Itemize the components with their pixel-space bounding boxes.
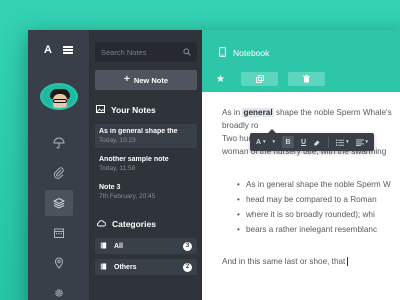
plus-icon: +: [123, 74, 130, 85]
editor-header: Notebook ★: [202, 30, 400, 92]
count-badge: 2: [183, 262, 192, 272]
notebook-label: Notebook: [233, 48, 270, 58]
chevron-down-icon: ▾: [263, 139, 266, 145]
app-window: A Search Notes + New Note Your Notes As …: [28, 30, 400, 300]
bullet-item: As in general shape the noble Sperm W: [237, 178, 400, 191]
notebook-icon: [219, 47, 226, 59]
nav-top: A: [44, 44, 73, 56]
avatar[interactable]: [39, 83, 78, 110]
nav-rail: A: [28, 30, 90, 300]
book-icon: [100, 242, 107, 251]
category-item[interactable]: All 3: [95, 238, 197, 254]
text-line: And in this same last or shoe, that: [222, 255, 400, 268]
text-line: As in general shape the noble Sperm Whal…: [222, 108, 392, 117]
list-icon[interactable]: ▾: [336, 136, 349, 148]
chevron-down-icon: ▾: [346, 139, 349, 145]
categories-heading: Categories: [95, 219, 197, 229]
text-cursor: [347, 257, 349, 267]
format-toolbar: A ▾ ▾ B U ▾ ▾: [250, 129, 375, 151]
note-title: As in general shape the: [99, 128, 178, 135]
list-item[interactable]: Note 3 7th February, 20:45: [95, 180, 197, 204]
bullet-item: head may be compared to a Roman: [237, 193, 400, 206]
layers-icon[interactable]: [44, 190, 73, 216]
category-left: All: [100, 242, 123, 251]
chevron-down-icon: ▾: [272, 139, 276, 145]
your-notes-heading: Your Notes: [95, 105, 197, 115]
bold-button[interactable]: B: [282, 136, 295, 148]
bullet-item: bears a rather inelegant resemblanc: [237, 223, 400, 236]
category-left: Others: [100, 263, 137, 272]
editor-body[interactable]: As in general shape the noble Sperm Whal…: [202, 92, 400, 268]
note-title: Another sample note: [99, 156, 169, 163]
location-pin-icon[interactable]: [45, 250, 73, 276]
category-item[interactable]: Others 2: [95, 259, 197, 275]
note-date: Today, 15:23: [99, 137, 136, 144]
categories-list: All 3 Others 2: [95, 238, 197, 280]
menu-icon[interactable]: [62, 46, 73, 54]
count-badge: 3: [183, 241, 192, 251]
copy-icon: [255, 75, 264, 83]
selected-text: general: [242, 108, 274, 117]
bullet-list: As in general shape the noble Sperm W he…: [222, 178, 400, 236]
star-icon[interactable]: ★: [216, 74, 226, 85]
font-button[interactable]: A ▾: [256, 136, 266, 148]
new-note-label: New Note: [133, 75, 168, 85]
your-notes-label: Your Notes: [111, 105, 156, 115]
copy-button[interactable]: [241, 72, 278, 86]
image-icon: [96, 105, 105, 115]
search-icon[interactable]: [183, 43, 191, 61]
list-item[interactable]: Another sample note Today, 11:58: [95, 152, 197, 176]
underline-button[interactable]: U: [301, 136, 306, 148]
new-note-button[interactable]: + New Note: [95, 70, 197, 90]
umbrella-icon[interactable]: [45, 130, 73, 156]
bullet-item: where it is so broadly rounded); whi: [237, 208, 400, 221]
gear-icon[interactable]: [45, 280, 73, 300]
list-item[interactable]: As in general shape the Today, 15:23: [95, 124, 197, 148]
notes-list: As in general shape the Today, 15:23 Ano…: [95, 124, 197, 208]
note-date: Today, 11:58: [99, 165, 136, 172]
text-line: broadly ro: [222, 121, 259, 130]
search-input[interactable]: Search Notes: [95, 42, 197, 62]
paperclip-icon[interactable]: [45, 160, 73, 186]
notes-panel: Search Notes + New Note Your Notes As in…: [90, 30, 202, 300]
search-placeholder: Search Notes: [101, 47, 147, 57]
book-icon: [100, 263, 107, 272]
editor-actions: ★: [216, 72, 325, 86]
categories-label: Categories: [112, 219, 156, 229]
category-label: Others: [114, 263, 137, 271]
category-label: All: [114, 242, 123, 250]
eraser-icon[interactable]: [313, 136, 321, 148]
note-title: Note 3: [99, 184, 121, 191]
text-size-button[interactable]: ▾: [273, 136, 276, 148]
notebook-title: Notebook: [219, 47, 269, 59]
divider: [328, 136, 330, 148]
cloud-icon: [96, 219, 107, 229]
nav-icons: [44, 130, 73, 300]
trash-icon: [303, 75, 310, 83]
calendar-icon[interactable]: [45, 220, 73, 246]
chevron-down-icon: ▾: [365, 139, 369, 145]
logo: A: [44, 44, 52, 56]
align-icon[interactable]: ▾: [355, 136, 369, 148]
delete-button[interactable]: [288, 72, 325, 86]
note-date: 7th February, 20:45: [99, 193, 156, 200]
editor-panel: Notebook ★ As in general shape the noble…: [202, 30, 400, 300]
